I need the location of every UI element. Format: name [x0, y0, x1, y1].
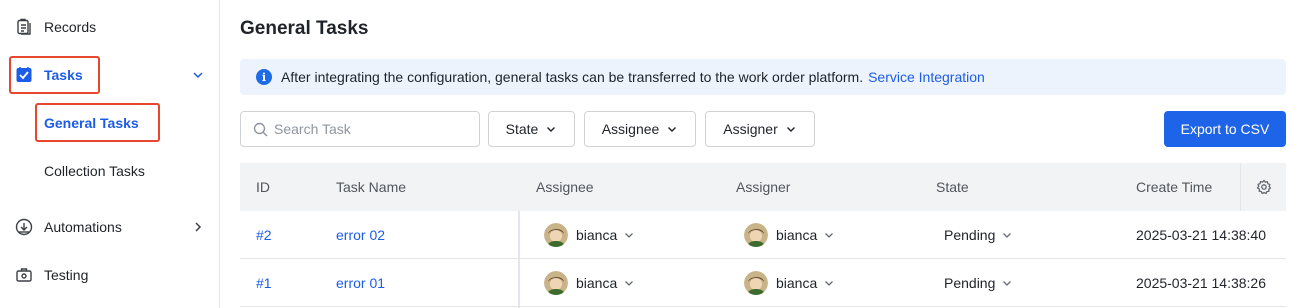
sidebar-subitem-collection-tasks[interactable]: Collection Tasks	[44, 154, 145, 188]
filter-label: State	[505, 121, 539, 137]
sidebar-subitem-label: Collection Tasks	[44, 163, 145, 179]
search-box[interactable]	[240, 111, 480, 147]
task-name-link[interactable]: error 02	[336, 211, 385, 259]
assignee-select[interactable]: bianca	[544, 211, 635, 259]
task-name-link[interactable]: error 01	[336, 259, 385, 307]
chevron-down-icon	[1003, 281, 1012, 286]
column-settings-button[interactable]	[1240, 163, 1286, 211]
sidebar-item-automations[interactable]: Automations	[0, 207, 219, 247]
state-value: Pending	[944, 275, 996, 291]
briefcase-icon	[14, 265, 34, 285]
chevron-down-icon	[193, 72, 203, 79]
task-id-link[interactable]: #2	[256, 211, 272, 259]
sidebar-item-testing[interactable]: Testing	[0, 255, 219, 295]
checkbox-icon	[14, 65, 34, 85]
assigner-select[interactable]: bianca	[744, 211, 835, 259]
toolbar: State Assignee Assigner Export to CSV	[240, 111, 1286, 147]
table-row[interactable]: #2 error 02 bianca bianca Pending 2025-0…	[240, 211, 1286, 259]
chevron-down-icon	[786, 127, 795, 132]
service-integration-link[interactable]: Service Integration	[868, 69, 985, 85]
avatar	[544, 223, 568, 247]
assigner-name: bianca	[776, 227, 818, 243]
table-row[interactable]: #1 error 01 bianca bianca Pending 2025-0…	[240, 259, 1286, 307]
column-header-id[interactable]: ID	[256, 163, 270, 211]
chevron-right-icon	[195, 222, 202, 232]
chevron-down-icon	[625, 233, 634, 238]
info-icon: i	[256, 69, 272, 85]
sidebar-item-label: Automations	[44, 219, 122, 235]
sidebar-item-tasks[interactable]: Tasks	[0, 55, 219, 95]
avatar	[744, 271, 768, 295]
chevron-down-icon	[625, 281, 634, 286]
avatar	[744, 223, 768, 247]
column-resize-divider[interactable]	[518, 211, 520, 308]
assignee-name: bianca	[576, 227, 618, 243]
sidebar-subitem-general-tasks[interactable]: General Tasks	[44, 106, 139, 140]
sidebar-item-label: Testing	[44, 267, 89, 283]
download-circle-icon	[14, 217, 34, 237]
state-select[interactable]: Pending	[944, 259, 1013, 307]
chevron-down-icon	[547, 127, 556, 132]
state-filter[interactable]: State	[488, 111, 575, 147]
create-time: 2025-03-21 14:38:26	[1136, 275, 1266, 291]
chevron-down-icon	[668, 127, 677, 132]
column-header-task-name[interactable]: Task Name	[336, 163, 406, 211]
filter-label: Assignee	[601, 121, 660, 137]
create-time: 2025-03-21 14:38:40	[1136, 227, 1266, 243]
clipboard-icon	[14, 17, 34, 37]
column-header-assignee[interactable]: Assignee	[536, 163, 594, 211]
page-title: General Tasks	[240, 18, 369, 39]
assignee-select[interactable]: bianca	[544, 259, 635, 307]
gear-icon	[1256, 179, 1271, 195]
state-value: Pending	[944, 227, 996, 243]
column-header-create-time[interactable]: Create Time	[1136, 163, 1212, 211]
chevron-down-icon	[825, 281, 834, 286]
sidebar-subitem-label: General Tasks	[44, 115, 139, 131]
assigner-name: bianca	[776, 275, 818, 291]
state-select[interactable]: Pending	[944, 211, 1013, 259]
chevron-down-icon	[825, 233, 834, 238]
search-input[interactable]	[274, 121, 464, 137]
assigner-filter[interactable]: Assigner	[705, 111, 815, 147]
avatar	[544, 271, 568, 295]
assignee-name: bianca	[576, 275, 618, 291]
sidebar-item-label: Tasks	[44, 67, 83, 83]
task-id-link[interactable]: #1	[256, 259, 272, 307]
sidebar-item-records[interactable]: Records	[0, 7, 219, 47]
sidebar-item-label: Records	[44, 19, 97, 35]
search-icon	[253, 122, 268, 136]
banner-text: After integrating the configuration, gen…	[281, 69, 864, 85]
table-header: ID Task Name Assignee Assigner State Cre…	[240, 163, 1286, 211]
chevron-down-icon	[1003, 233, 1012, 238]
filter-label: Assigner	[723, 121, 778, 137]
column-header-state[interactable]: State	[936, 163, 969, 211]
column-header-assigner[interactable]: Assigner	[736, 163, 790, 211]
info-banner: i After integrating the configuration, g…	[240, 59, 1286, 95]
export-csv-button[interactable]: Export to CSV	[1164, 111, 1286, 147]
assigner-select[interactable]: bianca	[744, 259, 835, 307]
sidebar: Records Tasks General Tasks Collection T…	[0, 0, 220, 308]
assignee-filter[interactable]: Assignee	[584, 111, 696, 147]
